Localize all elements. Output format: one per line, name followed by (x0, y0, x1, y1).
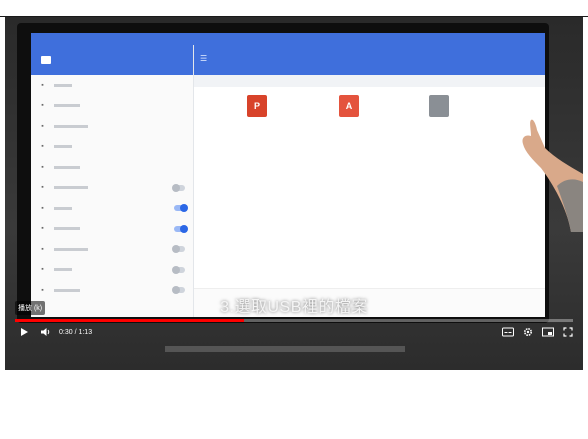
drawer-item-label (54, 288, 80, 292)
file-browser: ☰ P A (194, 45, 545, 317)
drawer-item[interactable]: ▪ (31, 116, 193, 137)
drawer-item[interactable]: ▪ (31, 219, 193, 240)
drawer-item[interactable]: ▪ (31, 198, 193, 219)
drawer-item-label (54, 165, 80, 169)
volume-button[interactable] (39, 325, 53, 339)
fullscreen-button[interactable] (563, 325, 573, 339)
drawer-item-label (54, 247, 88, 251)
drawer-list: ▪ ▪ ▪ ▪ ▪ ▪ ▪ ▪ ▪ ▪ ▪ (31, 75, 193, 301)
drawer-item-icon: ▪ (41, 122, 44, 130)
gear-icon (523, 327, 533, 337)
drawer-item-label (54, 268, 72, 272)
drawer-item-label (54, 186, 88, 190)
file-item-pdf[interactable]: A (314, 95, 384, 120)
drawer-toggle[interactable] (172, 245, 185, 253)
drawer-item-label (54, 145, 72, 149)
video-file-icon (429, 95, 449, 117)
drawer-item[interactable]: ▪ (31, 96, 193, 117)
play-button[interactable] (17, 325, 31, 339)
miniplayer-button[interactable] (542, 325, 554, 339)
menu-icon[interactable]: ☰ (200, 55, 209, 63)
drawer-toggle[interactable] (174, 224, 188, 233)
drawer-item-icon: ▪ (41, 143, 44, 151)
file-item-ppt[interactable]: P (222, 95, 292, 120)
presenter-arm (522, 119, 583, 232)
monitor-stand (165, 346, 405, 352)
drawer-item[interactable]: ▪ (31, 137, 193, 158)
volume-icon (41, 328, 50, 336)
drawer-item-icon: ▪ (41, 266, 44, 274)
subtitles-button[interactable] (502, 325, 514, 339)
pdf-file-icon: A (339, 95, 359, 117)
drawer-item-icon: ▪ (41, 184, 44, 192)
drawer-header (31, 45, 193, 75)
play-tooltip: 播放 (k) (15, 301, 46, 315)
ppt-file-icon: P (247, 95, 267, 117)
drawer-item[interactable]: ▪ (31, 157, 193, 178)
drawer-toggle[interactable] (172, 183, 185, 192)
android-status-bar (31, 33, 545, 45)
drawer-item-label (54, 206, 72, 210)
miniplayer-icon (542, 327, 554, 337)
time-display: 0:30 / 1:13 (59, 328, 93, 336)
drawer-item-icon: ▪ (41, 245, 44, 253)
player-controls: 0:30 / 1:13 (5, 324, 583, 340)
drawer-item[interactable]: ▪ (31, 75, 193, 96)
drawer-item-icon: ▪ (41, 163, 44, 171)
app-logo-icon (41, 56, 51, 64)
drawer-item-label (54, 104, 80, 108)
fullscreen-icon (563, 327, 573, 337)
drawer-toggle[interactable] (172, 265, 185, 274)
file-item-video[interactable] (404, 95, 474, 120)
top-bar (0, 0, 588, 17)
video-player[interactable]: ▪ ▪ ▪ ▪ ▪ ▪ ▪ ▪ ▪ ▪ ▪ ☰ P A 3.選取USB裡的檔案 播放 (k) (5, 17, 583, 370)
play-icon (21, 328, 28, 336)
drawer-toggle[interactable] (174, 204, 188, 212)
file-manager-drawer: ▪ ▪ ▪ ▪ ▪ ▪ ▪ ▪ ▪ ▪ ▪ (31, 45, 194, 317)
drawer-item-label (54, 227, 80, 231)
player-right-controls (502, 325, 583, 339)
drawer-item[interactable]: ▪ (31, 178, 193, 199)
progress-fill (15, 319, 244, 322)
video-caption: 3.選取USB裡的檔案 (220, 299, 368, 316)
file-browser-appbar: ☰ (194, 45, 545, 75)
progress-bar[interactable] (15, 319, 573, 322)
drawer-item[interactable]: ▪ (31, 260, 193, 281)
settings-button[interactable] (523, 325, 533, 339)
drawer-item-label (54, 124, 88, 128)
drawer-item-icon: ▪ (41, 102, 44, 110)
monitor-screen: ▪ ▪ ▪ ▪ ▪ ▪ ▪ ▪ ▪ ▪ ▪ ☰ P A (31, 33, 545, 317)
drawer-item-icon: ▪ (41, 81, 44, 89)
drawer-item[interactable]: ▪ (31, 239, 193, 260)
drawer-item-label (54, 83, 72, 87)
drawer-item-icon: ▪ (41, 204, 44, 212)
subtitles-icon (502, 327, 514, 337)
drawer-item-icon: ▪ (41, 225, 44, 233)
path-bar (194, 75, 545, 87)
